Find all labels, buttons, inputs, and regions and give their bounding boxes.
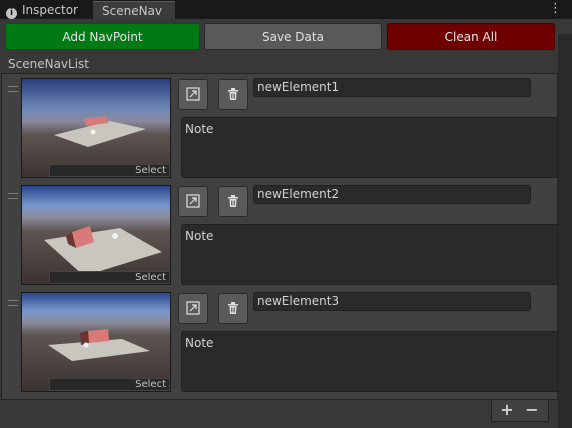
name-field[interactable]: newElement2 (253, 185, 531, 204)
clean-all-button[interactable]: Clean All (387, 23, 555, 50)
delete-button[interactable] (218, 186, 248, 217)
select-button[interactable]: Select (49, 378, 170, 391)
list-item: Select newElement2 Note (0, 181, 572, 288)
list-item: Select newElement1 Note (0, 74, 572, 181)
drag-handle-icon[interactable] (8, 193, 18, 199)
drag-handle-icon[interactable] (8, 86, 18, 92)
drag-handle-icon[interactable] (8, 300, 18, 306)
tab-bar: i Inspector SceneNav ⋮ (0, 0, 572, 19)
delete-button[interactable] (218, 293, 248, 324)
list-item: Select newElement3 Note (0, 288, 572, 395)
name-field[interactable]: newElement1 (253, 78, 531, 97)
list-title: SceneNavList (8, 57, 89, 71)
tab-scenenav[interactable]: SceneNav (93, 1, 175, 19)
remove-element-button[interactable]: − (520, 400, 544, 420)
open-scene-icon (186, 87, 200, 101)
trash-icon (228, 302, 238, 314)
delete-button[interactable] (218, 79, 248, 110)
select-label: Select (135, 379, 166, 390)
name-field[interactable]: newElement3 (253, 292, 531, 311)
add-navpoint-button[interactable]: Add NavPoint (5, 23, 200, 50)
note-field[interactable]: Note (181, 224, 558, 285)
list-footer: + − (491, 400, 549, 422)
select-label: Select (135, 165, 166, 176)
select-button[interactable]: Select (49, 164, 170, 177)
add-element-button[interactable]: + (495, 400, 519, 420)
note-field[interactable]: Note (181, 331, 558, 392)
open-scene-button[interactable] (178, 293, 208, 324)
open-scene-icon (186, 194, 200, 208)
tab-inspector[interactable]: i Inspector (6, 1, 90, 19)
open-scene-icon (186, 301, 200, 315)
open-scene-button[interactable] (178, 79, 208, 110)
note-field[interactable]: Note (181, 117, 558, 178)
save-data-button[interactable]: Save Data (204, 23, 382, 50)
scene-thumbnail (21, 185, 171, 285)
select-label: Select (135, 272, 166, 283)
open-scene-button[interactable] (178, 186, 208, 217)
tab-scenenav-label: SceneNav (102, 4, 163, 18)
trash-icon (228, 195, 238, 207)
scene-thumbnail (21, 78, 171, 178)
more-options-icon[interactable]: ⋮ (549, 1, 562, 17)
trash-icon (228, 88, 238, 100)
scene-thumbnail (21, 292, 171, 392)
info-icon: i (6, 8, 17, 19)
tab-inspector-label: Inspector (22, 3, 78, 17)
select-button[interactable]: Select (49, 271, 170, 284)
